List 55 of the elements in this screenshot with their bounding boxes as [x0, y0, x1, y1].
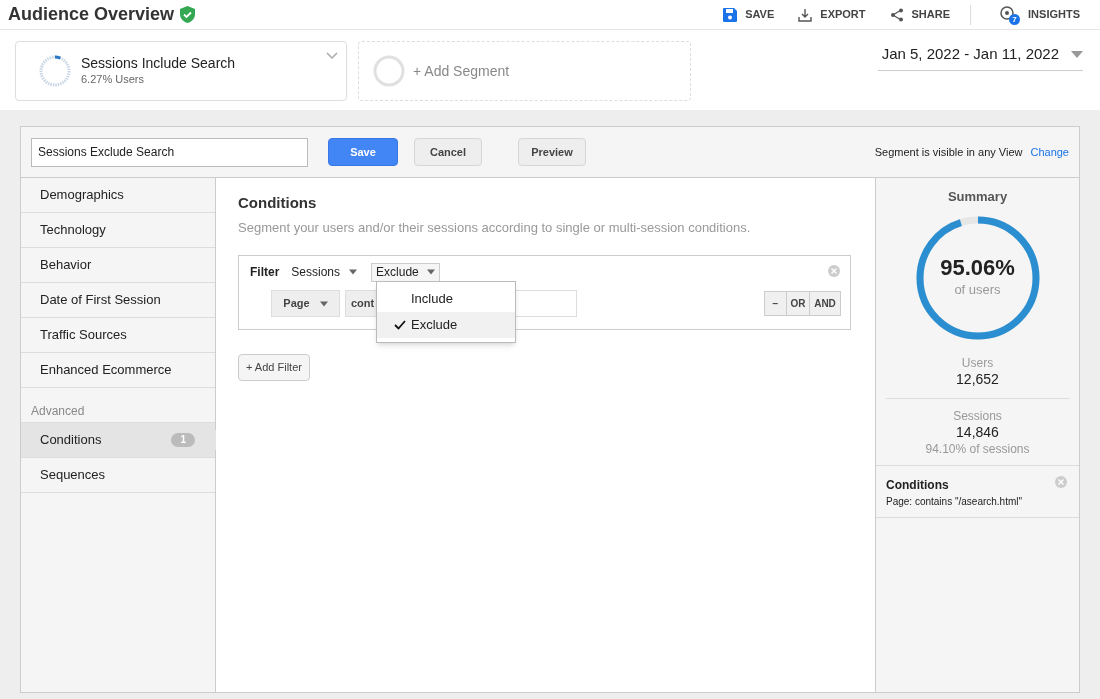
condition-title: Conditions: [886, 476, 949, 494]
verified-shield-icon: [180, 6, 196, 23]
menu-item[interactable]: Exclude: [377, 312, 515, 338]
insights-button[interactable]: 7 INSIGHTS: [991, 4, 1088, 25]
percent-caption: of users: [954, 280, 1001, 299]
segment-name-field[interactable]: Sessions Exclude Search: [31, 137, 308, 167]
action-button[interactable]: Cancel: [414, 138, 482, 166]
save-button[interactable]: SAVE: [715, 6, 783, 23]
caret-icon: [319, 300, 328, 307]
dimension-dropdown[interactable]: Page: [271, 290, 340, 317]
share-button[interactable]: SHARE: [881, 6, 959, 23]
count-badge: 7: [1009, 13, 1021, 25]
metric-value: 14,846: [956, 423, 999, 440]
export-button[interactable]: EXPORT: [790, 6, 874, 23]
action-button[interactable]: Preview: [518, 138, 586, 166]
sidebar-item[interactable]: Conditions 1: [21, 423, 215, 458]
segment-card[interactable]: Sessions Include Search 6.27% Users: [15, 41, 347, 101]
section-subtitle: Segment your users and/or their sessions according to single or multi-session conditions.: [238, 218, 752, 237]
save-button[interactable]: Save: [328, 138, 398, 166]
combinator-button[interactable]: AND: [810, 291, 841, 316]
mode-dropdown[interactable]: Exclude: [371, 262, 440, 282]
change-link[interactable]: Change: [1030, 143, 1069, 161]
add-segment-card[interactable]: + Add Segment: [358, 41, 691, 101]
metric-label: Sessions: [953, 407, 1002, 424]
insights-icon: [999, 4, 1016, 21]
caret-icon: [1071, 50, 1083, 58]
save-icon: [723, 7, 738, 22]
remove-icon[interactable]: [1055, 475, 1067, 488]
date-range-picker[interactable]: Jan 5, 2022 - Jan 11, 2022: [877, 43, 1083, 71]
section-title: Conditions: [238, 193, 318, 213]
caret-icon: [349, 269, 358, 275]
combinator-button[interactable]: OR: [787, 291, 810, 316]
segment-name: Sessions Include Search: [81, 54, 236, 71]
percent-value: 95.06%: [940, 255, 1015, 280]
page-title: Audience Overview: [8, 3, 175, 26]
empty-ring-icon: [373, 55, 405, 87]
combinator-button[interactable]: −: [764, 291, 787, 316]
visibility-text: Segment is visible in any View: [874, 144, 1023, 160]
caret-icon: [426, 269, 435, 275]
checkmark-icon: [394, 320, 406, 330]
remove-icon[interactable]: [828, 265, 840, 277]
condition-text: Page: contains "/asearch.html": [886, 494, 1024, 509]
scope-dropdown[interactable]: Sessions: [291, 263, 358, 281]
download-icon: [798, 7, 813, 22]
add-filter-button[interactable]: + Add Filter: [238, 354, 310, 381]
count-badge: 1: [171, 433, 195, 447]
filter-label: Filter: [250, 264, 280, 281]
metric-share: 94.10% of sessions: [925, 440, 1030, 457]
segment-detail: 6.27% Users: [81, 71, 145, 87]
metric-value: 12,652: [956, 370, 999, 387]
metric-label: Users: [961, 354, 994, 371]
menu-item[interactable]: Include: [377, 286, 515, 312]
chevron-down-icon[interactable]: [326, 52, 338, 60]
summary-title: Summary: [947, 188, 1008, 206]
share-icon: [889, 7, 904, 22]
